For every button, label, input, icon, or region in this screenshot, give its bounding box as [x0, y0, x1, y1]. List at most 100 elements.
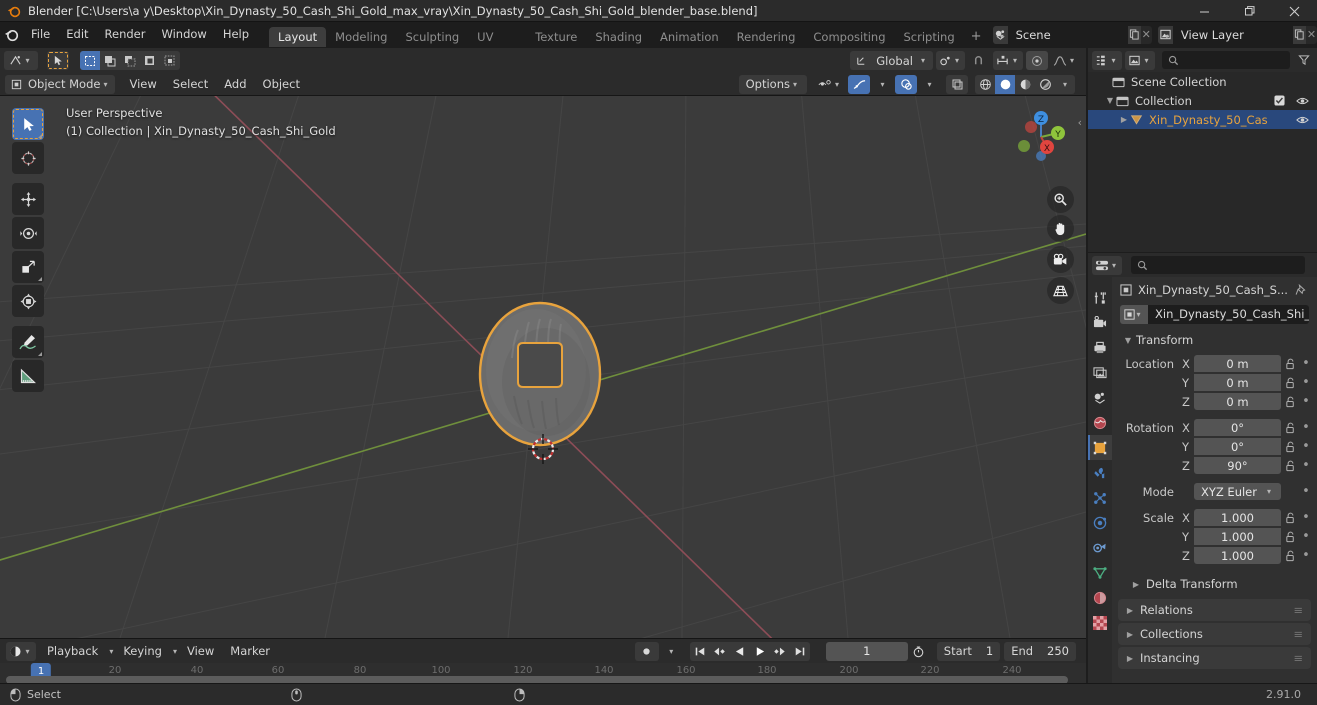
animate-dot-icon[interactable]: • [1299, 458, 1313, 473]
modifier-tab[interactable] [1088, 460, 1112, 485]
constraints-tab[interactable] [1088, 535, 1112, 560]
menu-help[interactable]: Help [215, 25, 257, 44]
object-name-value[interactable]: Xin_Dynasty_50_Cash_Shi_... [1148, 305, 1309, 324]
panel-transform-header[interactable]: ▼ Transform [1112, 330, 1317, 350]
scene-name[interactable]: Scene [1007, 25, 1128, 44]
menu-window[interactable]: Window [153, 25, 214, 44]
remove-view-layer-button[interactable]: ✕ [1306, 26, 1317, 44]
rotation-y-value[interactable]: 0° [1194, 438, 1281, 455]
select-invert-icon[interactable] [140, 51, 160, 70]
play-button[interactable] [750, 642, 770, 661]
scale-tool[interactable] [12, 251, 44, 283]
timeline-menu-keying[interactable]: Keying [115, 642, 170, 661]
scene-icon[interactable]: ▾ [992, 25, 1008, 44]
move-tool[interactable] [12, 183, 44, 215]
auto-keying-toggle[interactable] [634, 641, 659, 661]
select-intersect-icon[interactable] [160, 51, 180, 70]
object-name-field[interactable]: ▾ Xin_Dynasty_50_Cash_Shi_... [1120, 305, 1309, 324]
proportional-edit-toggle[interactable] [1025, 51, 1048, 70]
jump-to-end-button[interactable] [790, 642, 810, 661]
tab-sculpting[interactable]: Sculpting [396, 27, 468, 47]
view-layer-tab[interactable] [1088, 360, 1112, 385]
select-subtract-icon[interactable] [120, 51, 140, 70]
transform-orientation-dropdown[interactable]: Global ▾ [850, 51, 933, 70]
lock-icon[interactable] [1281, 512, 1299, 524]
scale-y-value[interactable]: 1.000 [1194, 528, 1281, 545]
tab-compositing[interactable]: Compositing [804, 27, 894, 47]
camera-view-button[interactable] [1047, 246, 1074, 273]
snap-target-dropdown[interactable]: ▾ [992, 51, 1023, 70]
measure-tool[interactable] [12, 360, 44, 392]
viewport-menu-view[interactable]: View [121, 75, 164, 94]
shading-solid-icon[interactable] [995, 74, 1015, 94]
new-scene-button[interactable] [1127, 25, 1141, 44]
rotation-mode-value[interactable]: XYZ Euler ▾ [1194, 483, 1281, 500]
rotate-tool[interactable] [12, 217, 44, 249]
zoom-view-button[interactable] [1047, 186, 1074, 213]
scale-y-row[interactable]: Y 1.000 • [1120, 527, 1313, 546]
lock-icon[interactable] [1281, 441, 1299, 453]
timeline-menu-view[interactable]: View [179, 642, 222, 661]
render-tab[interactable] [1088, 310, 1112, 335]
tab-shading[interactable]: Shading [586, 27, 651, 47]
properties-editor-type-button[interactable]: ▾ [1092, 255, 1122, 275]
overlays-dropdown[interactable]: ▾ [873, 75, 892, 94]
scene-selector[interactable]: ▾ Scene ✕ [992, 25, 1152, 44]
toggle-orthographic-button[interactable] [1047, 277, 1074, 304]
animate-dot-icon[interactable]: • [1299, 356, 1313, 371]
material-tab[interactable] [1088, 585, 1112, 610]
visibility-eye-icon[interactable] [1296, 115, 1309, 125]
select-extend-icon[interactable] [100, 51, 120, 70]
tool-tab[interactable] [1088, 285, 1112, 310]
menu-render[interactable]: Render [97, 25, 154, 44]
view-layer-icon[interactable]: ▾ [1157, 25, 1173, 44]
animate-dot-icon[interactable]: • [1299, 548, 1313, 563]
scale-z-value[interactable]: 1.000 [1194, 547, 1281, 564]
xray-dropdown[interactable]: ▾ [920, 75, 939, 94]
show-gizmo-dropdown[interactable]: ▾ [815, 75, 845, 94]
playback-controls[interactable] [689, 641, 810, 661]
viewport-menu-object[interactable]: Object [255, 75, 308, 94]
tab-animation[interactable]: Animation [651, 27, 728, 47]
close-button[interactable] [1272, 0, 1317, 22]
expand-triangle-icon[interactable]: ▶ [1118, 115, 1130, 124]
navigation-gizmo[interactable]: X Y Z [1010, 106, 1072, 168]
falloff-curve-dropdown[interactable]: ▾ [1051, 51, 1079, 70]
snap-magnet-icon[interactable] [968, 51, 990, 70]
shading-mode-group[interactable]: ▾ [975, 74, 1075, 94]
scale-z-row[interactable]: Z 1.000 • [1120, 546, 1313, 565]
menu-file[interactable]: File [23, 25, 58, 44]
lock-icon[interactable] [1281, 396, 1299, 408]
object-mode-dropdown[interactable]: Object Mode ▾ [5, 74, 116, 94]
start-frame-field[interactable]: Start 1 [936, 641, 1001, 661]
scene-tab[interactable] [1088, 385, 1112, 410]
tab-rendering[interactable]: Rendering [728, 27, 805, 47]
viewport-menu-select[interactable]: Select [165, 75, 216, 94]
annotate-tool[interactable] [12, 326, 44, 358]
rotation-x-row[interactable]: Rotation X 0° • [1120, 418, 1313, 437]
location-y-value[interactable]: 0 m [1194, 374, 1281, 391]
tab-layout[interactable]: Layout [269, 27, 327, 47]
object-data-tab[interactable] [1088, 560, 1112, 585]
timeline-editor-type-button[interactable]: ▾ [6, 641, 36, 661]
shading-wireframe-icon[interactable] [975, 75, 995, 94]
viewport-3d[interactable]: User Perspective (1) Collection | Xin_Dy… [0, 96, 1086, 638]
pan-view-button[interactable] [1047, 215, 1074, 242]
animate-dot-icon[interactable]: • [1299, 439, 1313, 454]
add-workspace-button[interactable]: + [964, 27, 989, 47]
rotation-mode-row[interactable]: Mode XYZ Euler ▾ • [1120, 482, 1313, 501]
animate-dot-icon[interactable]: • [1299, 394, 1313, 409]
object-tab[interactable] [1088, 435, 1112, 460]
collection-checkbox[interactable] [1274, 95, 1285, 106]
lock-icon[interactable] [1281, 422, 1299, 434]
timeline-track[interactable]: 20 40 60 80 100 120 140 160 180 200 220 … [0, 663, 1086, 683]
timeline-horizontal-scrollbar[interactable] [6, 676, 1068, 683]
jump-to-start-button[interactable] [690, 642, 710, 661]
lock-icon[interactable] [1281, 377, 1299, 389]
shading-wireframe-extra[interactable] [946, 74, 968, 94]
timeline-menu-marker[interactable]: Marker [222, 642, 278, 661]
location-y-row[interactable]: Y 0 m • [1120, 373, 1313, 392]
tweak-tool[interactable] [12, 108, 44, 140]
jump-to-next-keyframe-button[interactable] [770, 642, 790, 661]
outliner-display-mode-button[interactable]: ▾ [1125, 50, 1155, 70]
